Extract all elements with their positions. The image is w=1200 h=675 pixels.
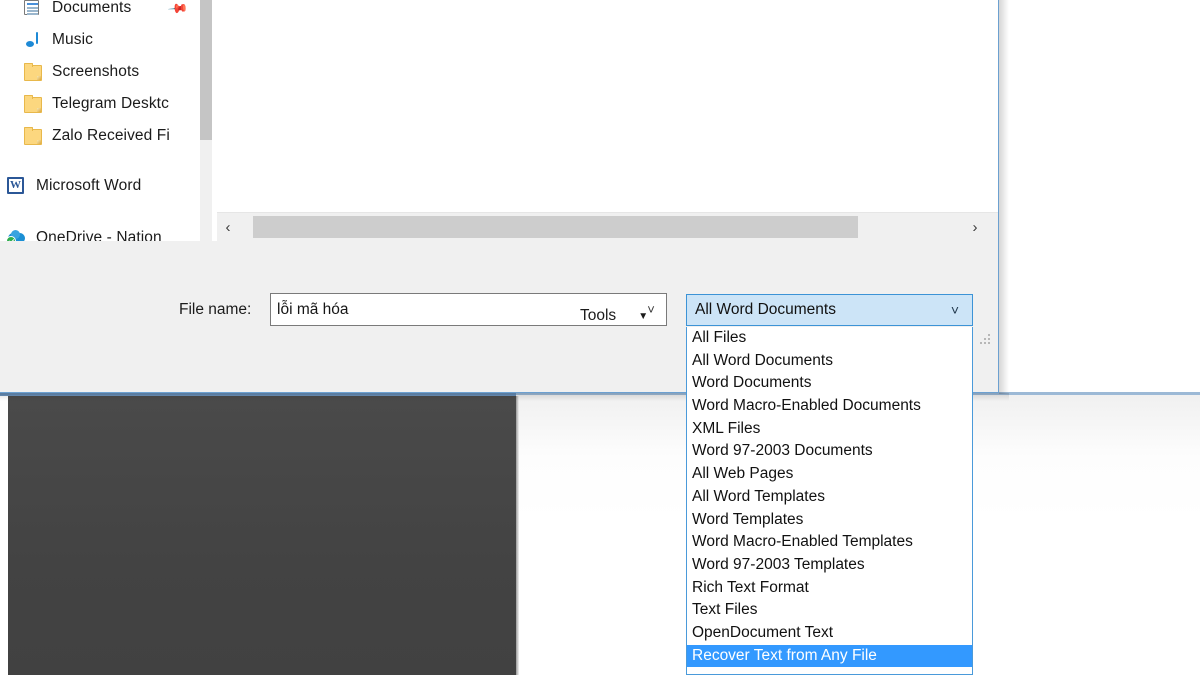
dropdown-option[interactable]: Rich Text Format	[687, 577, 972, 600]
word-document-canvas	[8, 396, 519, 675]
music-note-icon	[22, 30, 42, 50]
pin-icon[interactable]: 📌	[167, 0, 189, 19]
folder-icon	[22, 126, 42, 146]
dropdown-option[interactable]: All Word Templates	[687, 486, 972, 509]
sidebar-item-label: Microsoft Word	[36, 177, 142, 194]
sidebar-item-zalo-received-files[interactable]: Zalo Received Fi	[0, 120, 212, 152]
sidebar-item-screenshots[interactable]: Screenshots	[0, 56, 212, 88]
scrollbar-thumb[interactable]	[200, 0, 212, 140]
dropdown-option[interactable]: OpenDocument Text	[687, 622, 972, 645]
sidebar-item-music[interactable]: Music	[0, 24, 212, 56]
tools-label: Tools	[580, 307, 617, 324]
sidebar-item-label: Music	[52, 31, 93, 48]
sidebar-item-telegram-desktop[interactable]: Telegram Desktc	[0, 88, 212, 120]
file-type-combobox[interactable]: All Word Documents ˅	[686, 294, 973, 326]
sidebar-item-label: Zalo Received Fi	[52, 127, 170, 144]
sidebar-item-label: Telegram Desktc	[52, 95, 169, 112]
dropdown-option[interactable]: All Files	[687, 327, 972, 350]
folder-icon	[22, 94, 42, 114]
sidebar-item-documents[interactable]: Documents 📌	[0, 0, 212, 24]
dropdown-option[interactable]: Word Macro-Enabled Templates	[687, 531, 972, 554]
dropdown-option[interactable]: Word Templates	[687, 509, 972, 532]
triangle-down-icon: ▼	[638, 310, 649, 322]
dropdown-option[interactable]: Word Macro-Enabled Documents	[687, 395, 972, 418]
dropdown-option[interactable]: Word Documents	[687, 372, 972, 395]
scrollbar-thumb[interactable]	[253, 216, 858, 238]
dropdown-option[interactable]: Word 97-2003 Templates	[687, 554, 972, 577]
documents-library-icon	[22, 0, 42, 18]
navigation-pane-scrollbar[interactable]: ˅	[200, 0, 212, 280]
file-type-selected-value: All Word Documents	[695, 301, 836, 318]
file-list-horizontal-scrollbar[interactable]: ‹ ›	[217, 212, 998, 242]
dropdown-option[interactable]: Text Files	[687, 599, 972, 622]
sidebar-item-microsoft-word[interactable]: W Microsoft Word	[0, 170, 212, 202]
chevron-down-icon[interactable]: ˅	[938, 302, 972, 318]
file-list[interactable]: W Normal 11/1/2022 4:38 PM Microsoft Wor…	[217, 0, 998, 212]
sidebar-item-label: Screenshots	[52, 63, 140, 80]
scrollbar-corner	[986, 213, 998, 241]
navigation-pane[interactable]: Documents 📌 Music Screenshots Telegram D…	[0, 0, 212, 280]
chevron-left-icon[interactable]: ‹	[217, 213, 239, 241]
tools-button[interactable]: Tools ▼	[580, 303, 680, 329]
file-name-label: File name:	[179, 301, 252, 318]
folder-icon	[22, 62, 42, 82]
dropdown-option[interactable]: Recover Text from Any File	[687, 644, 972, 668]
dropdown-option[interactable]: All Web Pages	[687, 463, 972, 486]
dropdown-option[interactable]: XML Files	[687, 418, 972, 441]
resize-grip-icon[interactable]	[978, 332, 994, 348]
chevron-right-icon[interactable]: ›	[964, 213, 986, 241]
dropdown-option[interactable]: All Word Documents	[687, 350, 972, 373]
dropdown-option[interactable]: Word 97-2003 Documents	[687, 440, 972, 463]
sidebar-item-label: Documents	[52, 0, 132, 16]
file-type-dropdown-list[interactable]: All Files All Word Documents Word Document…	[686, 327, 973, 675]
word-app-icon: W	[6, 176, 26, 196]
